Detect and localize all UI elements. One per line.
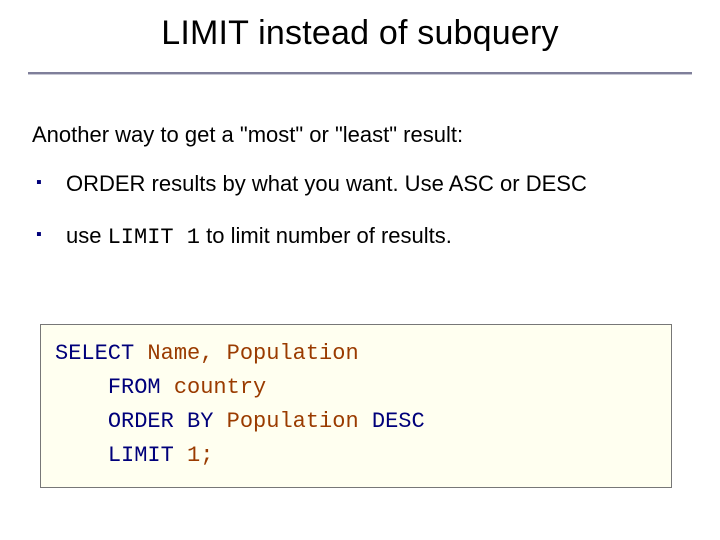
bullet-text-suffix: to limit number of results. xyxy=(200,223,452,248)
content-area: Another way to get a "most" or "least" r… xyxy=(32,122,680,275)
slide: LIMIT instead of subquery Another way to… xyxy=(0,0,720,540)
code-text: country xyxy=(161,375,267,400)
bullet-text: ORDER results by what you want. Use ASC … xyxy=(66,171,587,196)
bullet-text-prefix: use xyxy=(66,223,108,248)
code-text: Name, Population xyxy=(134,341,358,366)
code-keyword: LIMIT xyxy=(108,443,174,468)
code-keyword: ORDER BY xyxy=(108,409,214,434)
intro-text: Another way to get a "most" or "least" r… xyxy=(32,122,680,148)
bullet-item: use LIMIT 1 to limit number of results. xyxy=(32,222,680,252)
title-block: LIMIT instead of subquery xyxy=(0,14,720,53)
code-keyword: SELECT xyxy=(55,341,134,366)
slide-title: LIMIT instead of subquery xyxy=(0,14,720,53)
bullet-item: ORDER results by what you want. Use ASC … xyxy=(32,170,680,198)
bullet-code: LIMIT 1 xyxy=(108,225,200,250)
code-text: 1; xyxy=(174,443,214,468)
code-keyword: FROM xyxy=(108,375,161,400)
code-keyword: DESC xyxy=(372,409,425,434)
code-block: SELECT Name, Population FROM country ORD… xyxy=(40,324,672,488)
title-underline-shadow xyxy=(28,74,692,75)
code-text: Population xyxy=(213,409,371,434)
bullet-list: ORDER results by what you want. Use ASC … xyxy=(32,170,680,251)
